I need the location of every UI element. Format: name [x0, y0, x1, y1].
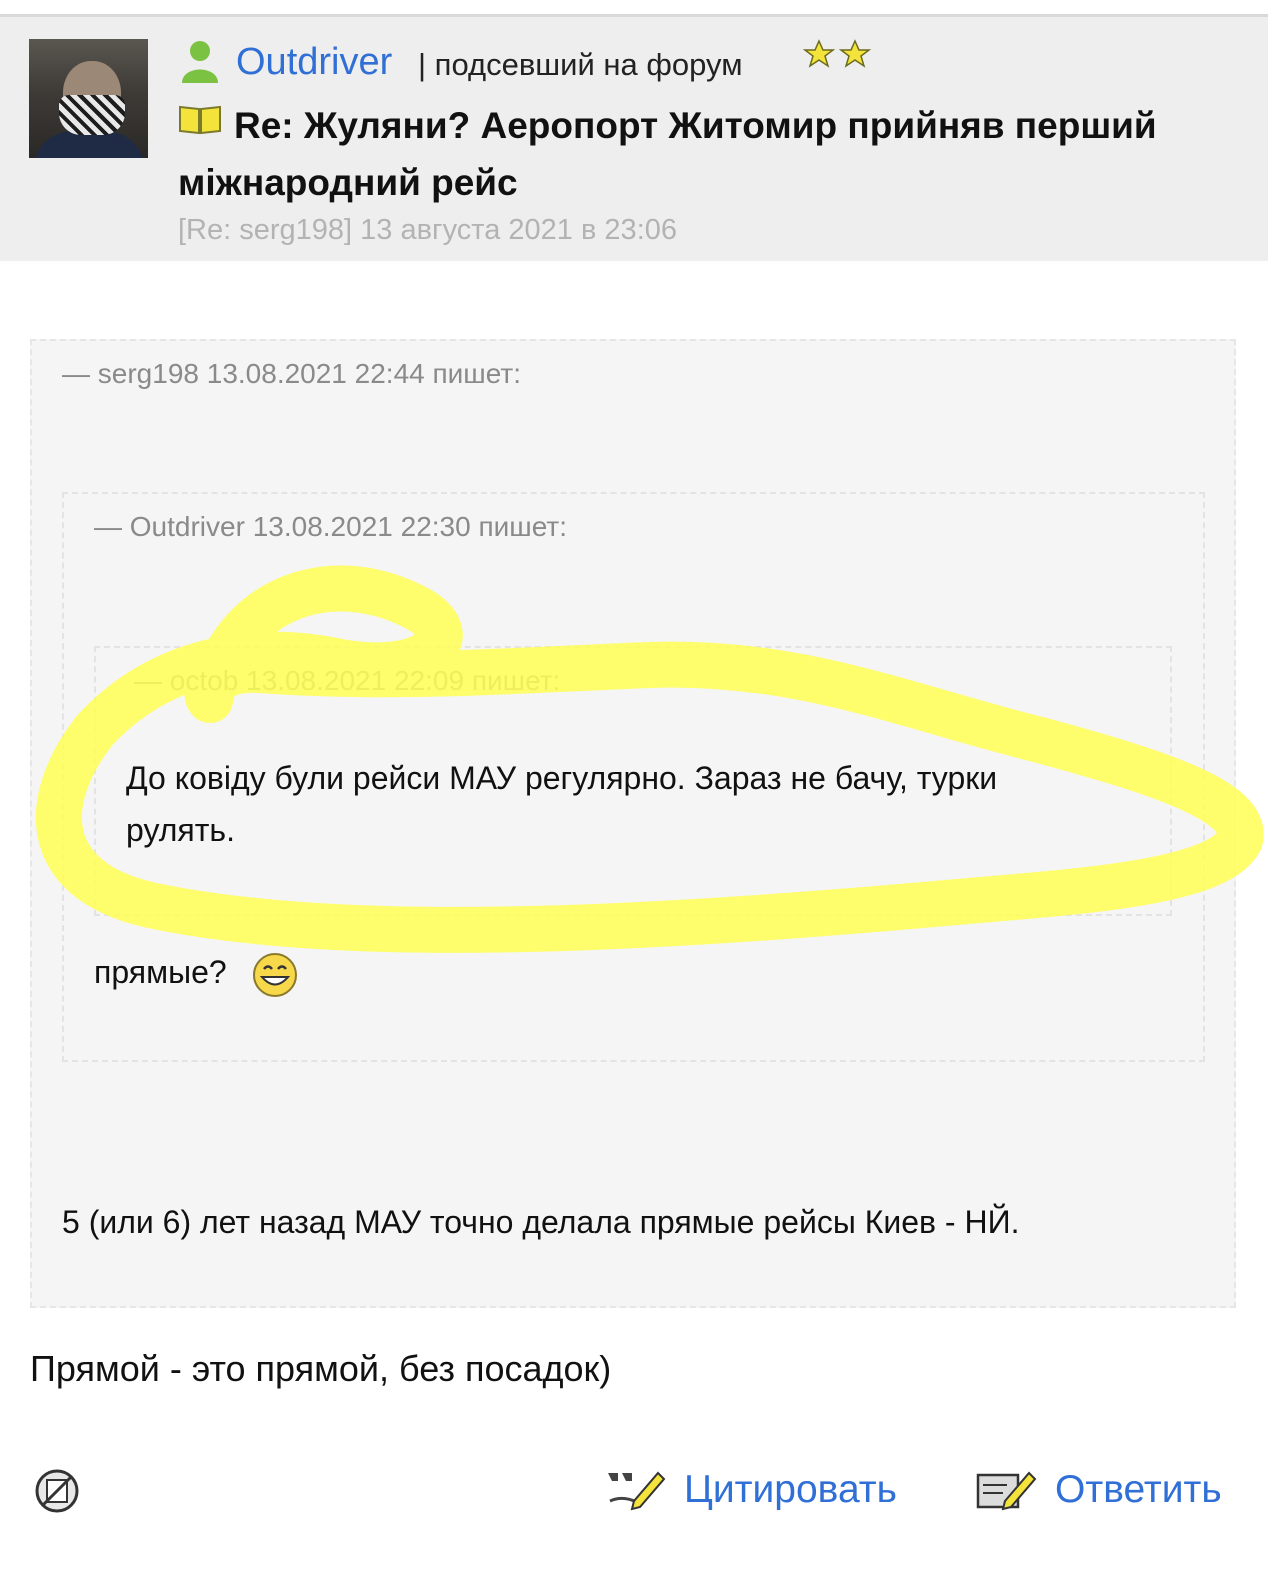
quote-text-middle: прямые? [94, 954, 227, 990]
reply-pen-icon [976, 1471, 1037, 1511]
quote-button-label[interactable]: Цитировать [684, 1468, 897, 1512]
no-edit-icon[interactable] [34, 1468, 80, 1514]
post-header: Outdriver | подсевший на форум Re: Жулян… [0, 17, 1268, 261]
user-icon [182, 41, 218, 83]
quote-button[interactable]: Цитировать [604, 1460, 897, 1520]
reply-button[interactable]: Ответить [975, 1460, 1222, 1520]
quote-header-outer: — serg198 13.08.2021 22:44 пишет: [62, 358, 522, 389]
user-role: | подсевший на форум [418, 47, 743, 82]
quote-text-outer: 5 (или 6) лет назад МАУ точно делала пря… [62, 1204, 1020, 1240]
two-stars-icon [802, 39, 872, 68]
quote-text-inner: До ковіду були рейси МАУ регулярно. Зара… [126, 760, 998, 848]
quote-header-middle: — Outdriver 13.08.2021 22:30 пишет: [94, 511, 567, 542]
reply-button-label[interactable]: Ответить [1055, 1468, 1222, 1512]
quote-pen-icon [608, 1471, 666, 1511]
author-link[interactable]: Outdriver [236, 39, 392, 85]
avatar[interactable] [29, 39, 148, 158]
grin-smiley-icon [253, 953, 297, 997]
post-title: Re: Жуляни? Аеропорт Житомир прийняв пер… [178, 105, 1157, 203]
reply-text: Прямой - это прямой, без посадок) [30, 1348, 612, 1389]
post-meta: [Re: serg198] 13 августа 2021 в 23:06 [178, 214, 678, 246]
quote-header-inner: — octob 13.08.2021 22:09 пишет: [134, 665, 561, 696]
